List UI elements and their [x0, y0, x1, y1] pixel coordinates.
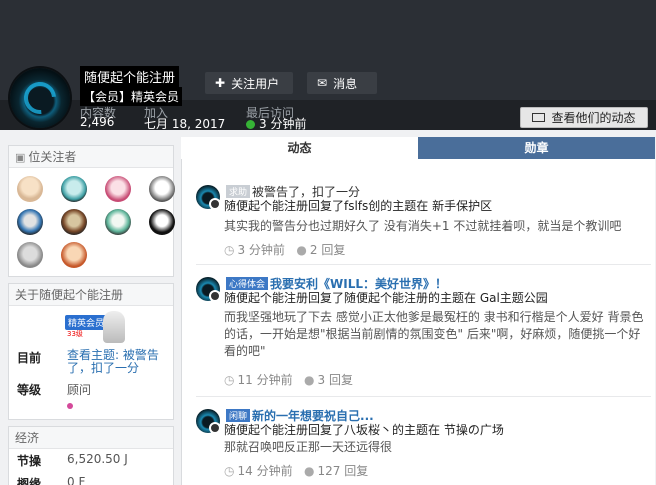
feed-divider — [196, 396, 651, 397]
rank-badge-image: 精英会员 33级 — [65, 310, 125, 344]
rank-badge-sub: 33级 — [67, 330, 83, 338]
followers-icon: ▣ — [15, 151, 26, 164]
follower-avatar[interactable] — [149, 209, 175, 235]
content-count-value: 2,496 — [80, 115, 115, 129]
economy-title: 经济 — [9, 427, 173, 449]
feed-item-summary: 随便起个能注册回复了fslfs创的主题在 新手保护区 — [224, 199, 493, 213]
followers-title: ▣ 位关注者 — [9, 146, 173, 168]
rank-badge-text: 精英会员 — [65, 315, 108, 330]
about-title: 关于随便起个能注册 — [9, 284, 173, 306]
follower-avatar[interactable] — [149, 176, 175, 202]
about-current-key: 目前 — [17, 351, 42, 365]
followers-panel: ▣ 位关注者 — [8, 145, 175, 277]
profile-tabs: 动态 勋章 — [181, 137, 655, 159]
feed-item-meta: ◷ 3 分钟前 ● 2 回复 — [224, 243, 346, 257]
economy-row: 节操 6,520.50 J — [9, 449, 173, 472]
economy-key: 搁缘 — [17, 477, 42, 485]
feed-item-avatar[interactable] — [196, 409, 221, 434]
message-button[interactable]: ✉ 消息 — [307, 72, 377, 94]
economy-row: 搁缘 0 F — [9, 472, 173, 485]
tab-activity[interactable]: 动态 — [181, 137, 418, 159]
add-user-icon: ✚ — [215, 76, 226, 90]
follower-avatar[interactable] — [61, 209, 87, 235]
feed-item-body: 那就召唤吧反正那一天还远得很 — [224, 440, 393, 454]
about-current-link[interactable]: 查看主题: 被警告了，扣了一分 — [67, 349, 165, 375]
activity-stream-icon — [532, 113, 546, 122]
follower-avatar[interactable] — [105, 209, 131, 235]
feed-item-summary: 随便起个能注册回复了八坂桜丶的主题在 节操の广场 — [224, 423, 504, 437]
follower-avatar[interactable] — [17, 209, 43, 235]
online-status-icon — [246, 120, 255, 129]
follow-user-button[interactable]: ✚ 关注用户 — [205, 72, 293, 94]
rank-figure-icon — [103, 311, 125, 343]
followers-grid — [9, 168, 175, 276]
follower-avatar[interactable] — [17, 176, 43, 202]
user-mini-icon — [209, 290, 221, 302]
about-rank-row: 等级 顾问 — [9, 378, 173, 415]
economy-key: 节操 — [17, 454, 42, 468]
comment-icon: ● — [304, 464, 315, 478]
clock-icon: ◷ — [224, 243, 235, 257]
user-mini-icon — [209, 198, 221, 210]
envelope-icon: ✉ — [317, 76, 328, 90]
comment-icon: ● — [296, 243, 307, 257]
feed-item-summary: 随便起个能注册回复了随便起个能注册的主题在 Gal主题公园 — [224, 291, 548, 305]
profile-avatar[interactable] — [10, 68, 70, 128]
user-mini-icon — [209, 422, 221, 434]
profile-sidebar: ▣ 位关注者 关于随便起个能注册 精英会员 33级 目前 查看主题: 被警告了，扣… — [8, 145, 175, 485]
about-rank-value: 顾问 — [67, 383, 92, 397]
view-activity-button[interactable]: 查看他们的动态 — [520, 107, 648, 128]
feed-item-meta: ◷ 11 分钟前 ● 3 回复 — [224, 373, 353, 387]
follower-avatar[interactable] — [61, 242, 87, 268]
feed-item-body: 而我坚强地玩了下去 感觉小正太他爹是最冤枉的 隶书和行楷是个人爱好 背景色的话，… — [224, 310, 644, 358]
about-panel: 关于随便起个能注册 精英会员 33级 目前 查看主题: 被警告了，扣了一分 等级… — [8, 283, 174, 420]
feed-item-body: 其实我的警告分也过期好久了 没有消失+1 不过就挂着呗，就当是个教训吧 — [224, 219, 622, 233]
about-rank-key: 等级 — [17, 383, 42, 397]
follower-avatar[interactable] — [105, 176, 131, 202]
feed-item-avatar[interactable] — [196, 277, 221, 302]
last-visit-value: 3 分钟前 — [246, 115, 306, 132]
economy-value: 0 F — [67, 475, 86, 485]
clock-icon: ◷ — [224, 464, 235, 478]
profile-username: 随便起个能注册 — [80, 66, 180, 87]
joined-value: 七月 18, 2017 — [144, 117, 226, 131]
follower-avatar[interactable] — [61, 176, 87, 202]
feed-item-avatar[interactable] — [196, 185, 221, 210]
economy-value: 6,520.50 J — [67, 452, 128, 466]
about-current-row: 目前 查看主题: 被警告了，扣了一分 — [9, 346, 173, 378]
feed-item-meta: ◷ 14 分钟前 ● 127 回复 — [224, 464, 369, 478]
rank-dot-icon — [67, 403, 73, 409]
comment-icon: ● — [304, 373, 315, 387]
follower-avatar[interactable] — [17, 242, 43, 268]
clock-icon: ◷ — [224, 373, 235, 387]
feed-divider — [196, 264, 651, 265]
tab-badges[interactable]: 勋章 — [418, 137, 655, 159]
activity-feed: 求助 被警告了，扣了一分 随便起个能注册回复了fslfs创的主题在 新手保护区 其… — [181, 159, 655, 485]
economy-panel: 经济 节操 6,520.50 J 搁缘 0 F — [8, 426, 174, 485]
